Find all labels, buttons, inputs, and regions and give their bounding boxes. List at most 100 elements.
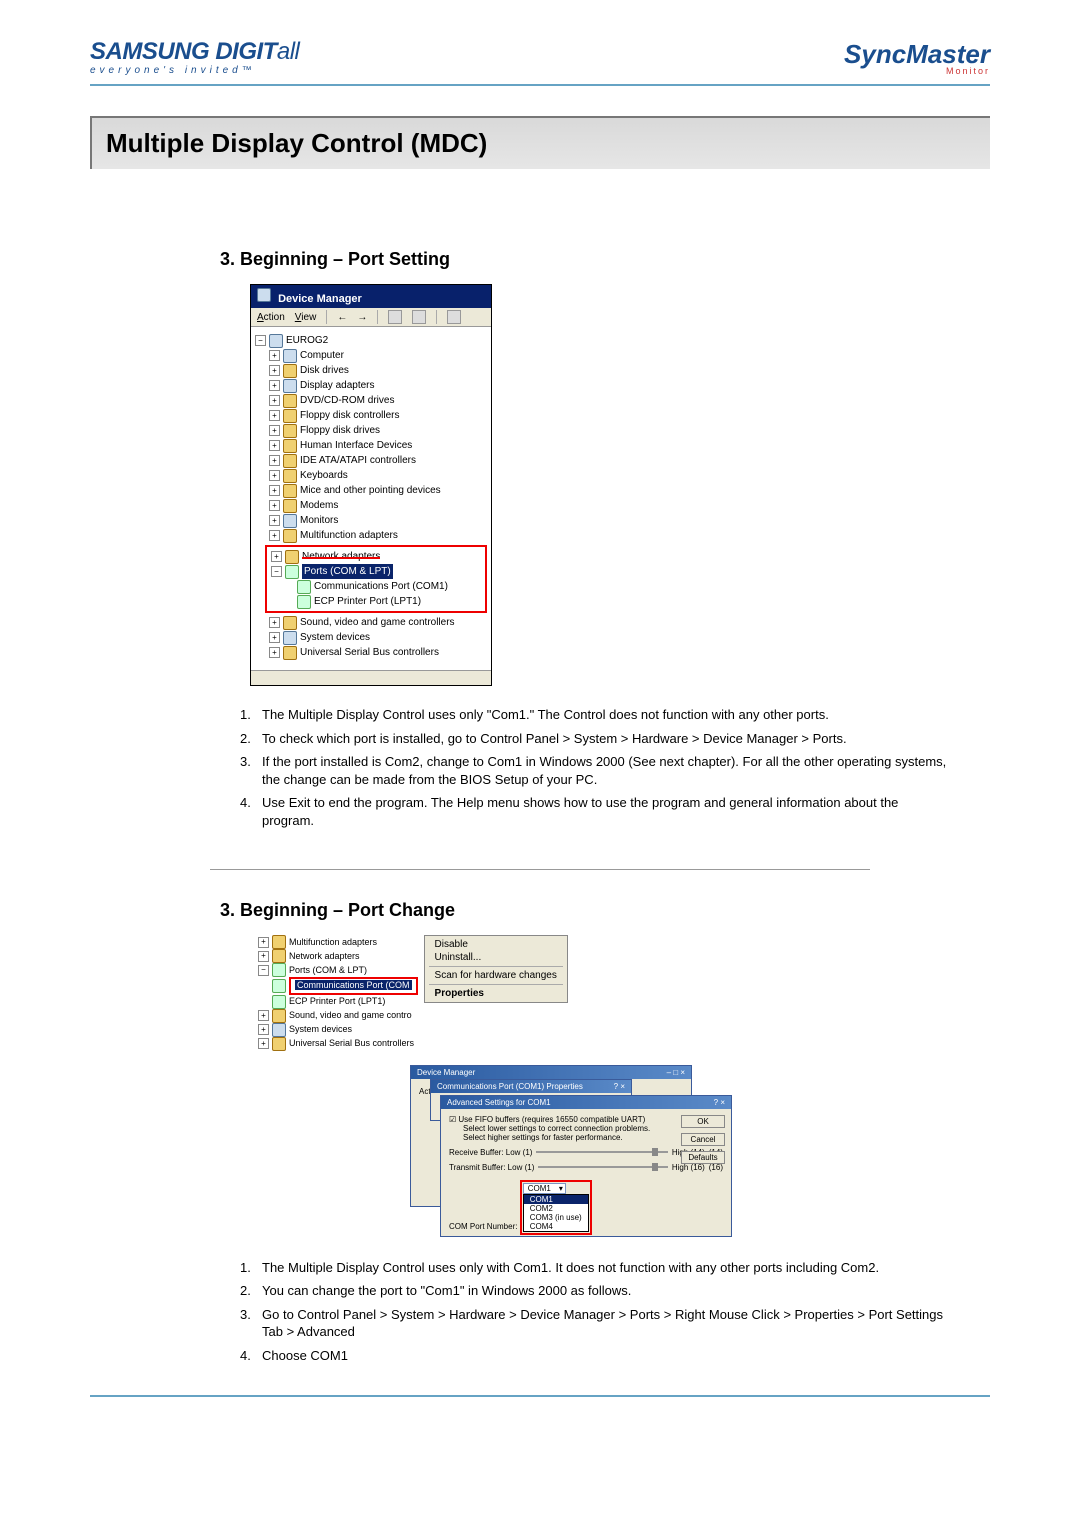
tree-node-dvd-cdrom[interactable]: + DVD/CD-ROM drives bbox=[269, 393, 487, 408]
expand-icon[interactable]: + bbox=[269, 440, 280, 451]
tree-node-ports[interactable]: − Ports (COM & LPT) bbox=[271, 564, 485, 579]
mini-sub-lpt1[interactable]: ECP Printer Port (LPT1) bbox=[272, 995, 418, 1009]
nav-forward-icon[interactable]: → bbox=[357, 312, 367, 323]
expand-icon[interactable]: + bbox=[269, 425, 280, 436]
window-controls-icon[interactable]: ? × bbox=[714, 1098, 725, 1107]
tree-node-display-adapters[interactable]: +Display adapters bbox=[269, 378, 487, 393]
tree-node-modems[interactable]: +Modems bbox=[269, 498, 487, 513]
ok-button[interactable]: OK bbox=[681, 1115, 725, 1128]
tree-node-floppy-ctrl[interactable]: +Floppy disk controllers bbox=[269, 408, 487, 423]
brand-suffix: all bbox=[277, 38, 300, 65]
checkbox-icon[interactable]: ☑ bbox=[449, 1115, 456, 1124]
combo-option[interactable]: COM4 bbox=[524, 1222, 588, 1231]
tree-node-floppy-drives[interactable]: +Floppy disk drives bbox=[269, 423, 487, 438]
tree-node-disk-drives[interactable]: +Disk drives bbox=[269, 363, 487, 378]
expand-icon[interactable]: + bbox=[258, 1010, 269, 1021]
list-item: If the port installed is Com2, change to… bbox=[240, 753, 950, 788]
expand-icon[interactable]: + bbox=[269, 455, 280, 466]
expand-icon[interactable]: + bbox=[269, 617, 280, 628]
ports-icon bbox=[272, 963, 286, 977]
expand-icon[interactable]: + bbox=[269, 350, 280, 361]
expand-icon[interactable]: + bbox=[269, 395, 280, 406]
tree-label: ECP Printer Port (LPT1) bbox=[289, 995, 385, 1009]
collapse-icon[interactable]: − bbox=[255, 335, 266, 346]
advanced-body: ☑ Use FIFO buffers (requires 16550 compa… bbox=[441, 1109, 731, 1231]
device-icon bbox=[272, 1023, 286, 1037]
tree-node-sound[interactable]: + Sound, video and game controllers bbox=[269, 615, 487, 630]
nav-back-icon[interactable]: ← bbox=[337, 312, 347, 323]
device-icon bbox=[272, 1037, 286, 1051]
tree-node-mice[interactable]: +Mice and other pointing devices bbox=[269, 483, 487, 498]
mini-sub-com1[interactable]: Communications Port (COM bbox=[272, 977, 418, 995]
collapse-icon[interactable]: − bbox=[271, 566, 282, 577]
combo-option[interactable]: COM3 (in use) bbox=[524, 1213, 588, 1222]
combo-option[interactable]: COM1 bbox=[524, 1195, 588, 1204]
tree-node-keyboards[interactable]: +Keyboards bbox=[269, 468, 487, 483]
tree-label: Sound, video and game controllers bbox=[300, 615, 455, 630]
ctx-scan[interactable]: Scan for hardware changes bbox=[425, 969, 567, 982]
expand-icon[interactable]: + bbox=[269, 500, 280, 511]
combo-option[interactable]: COM2 bbox=[524, 1204, 588, 1213]
mini-node[interactable]: +Multifunction adapters bbox=[258, 935, 418, 949]
collapse-icon[interactable]: − bbox=[258, 965, 269, 976]
expand-icon[interactable]: + bbox=[258, 1038, 269, 1049]
ctx-uninstall[interactable]: Uninstall... bbox=[425, 951, 567, 964]
expand-icon[interactable]: + bbox=[258, 951, 269, 962]
expand-icon[interactable]: + bbox=[269, 647, 280, 658]
tree-node-usb[interactable]: + Universal Serial Bus controllers bbox=[269, 645, 487, 660]
expand-icon[interactable]: + bbox=[269, 530, 280, 541]
ports-label-selected: Ports (COM & LPT) bbox=[302, 564, 393, 579]
expand-icon[interactable]: + bbox=[269, 380, 280, 391]
tree-label: Sound, video and game contro bbox=[289, 1009, 412, 1023]
tree-label: DVD/CD-ROM drives bbox=[300, 393, 394, 408]
tree-node-network[interactable]: + Network adapters bbox=[271, 549, 485, 564]
mini-node[interactable]: + System devices bbox=[258, 1023, 418, 1037]
tree-node-monitors[interactable]: +Monitors bbox=[269, 513, 487, 528]
expand-icon[interactable]: + bbox=[269, 365, 280, 376]
expand-icon[interactable]: + bbox=[269, 470, 280, 481]
expand-icon[interactable]: + bbox=[269, 485, 280, 496]
com-port-label: COM Port Number: bbox=[449, 1222, 517, 1231]
window-controls-icon[interactable]: – □ × bbox=[667, 1068, 685, 1077]
tree-node-ide[interactable]: +IDE ATA/ATAPI controllers bbox=[269, 453, 487, 468]
expand-icon[interactable]: + bbox=[269, 515, 280, 526]
ctx-disable[interactable]: Disable bbox=[425, 938, 567, 951]
com-port-combo[interactable]: COM1 bbox=[523, 1183, 566, 1194]
cancel-button[interactable]: Cancel bbox=[681, 1133, 725, 1146]
tree-label: Universal Serial Bus controllers bbox=[300, 645, 439, 660]
expand-icon[interactable]: + bbox=[271, 551, 282, 562]
toolbar-icon-3[interactable] bbox=[447, 310, 461, 324]
expand-icon[interactable]: + bbox=[258, 1024, 269, 1035]
expand-icon[interactable]: + bbox=[258, 937, 269, 948]
tree-label: System devices bbox=[289, 1023, 352, 1037]
com-port-combo-list[interactable]: COM1 COM2 COM3 (in use) COM4 bbox=[523, 1194, 589, 1232]
tree-node-hid[interactable]: +Human Interface Devices bbox=[269, 438, 487, 453]
expand-icon[interactable]: + bbox=[269, 632, 280, 643]
tree-node-multifunction[interactable]: +Multifunction adapters bbox=[269, 528, 487, 543]
tree-node-computer[interactable]: +Computer bbox=[269, 348, 487, 363]
tx-slider[interactable] bbox=[538, 1166, 668, 1168]
device-manager-window: Device Manager Action View ← → − EUROG2 bbox=[250, 284, 492, 686]
tree-root[interactable]: − EUROG2 bbox=[255, 333, 487, 348]
mini-node[interactable]: + Sound, video and game contro bbox=[258, 1009, 418, 1023]
mini-node-ports[interactable]: −Ports (COM & LPT) bbox=[258, 963, 418, 977]
tree-sub-com1[interactable]: Communications Port (COM1) bbox=[297, 579, 485, 594]
menu-action[interactable]: Action bbox=[257, 312, 285, 323]
window-controls-icon[interactable]: ? × bbox=[614, 1082, 625, 1091]
tree-node-system-devices[interactable]: +System devices bbox=[269, 630, 487, 645]
ctx-properties[interactable]: Properties bbox=[425, 987, 567, 1000]
ctx-divider bbox=[429, 984, 563, 985]
menu-view[interactable]: View bbox=[295, 312, 317, 323]
tree-sub-lpt1[interactable]: ECP Printer Port (LPT1) bbox=[297, 594, 485, 609]
com1-properties-title: Communications Port (COM1) Properties bbox=[437, 1082, 583, 1091]
product-name: SyncMaster bbox=[844, 39, 990, 69]
mini-node[interactable]: +Universal Serial Bus controllers bbox=[258, 1037, 418, 1051]
list-item: The Multiple Display Control uses only w… bbox=[240, 1259, 950, 1277]
mini-node[interactable]: +Network adapters bbox=[258, 949, 418, 963]
toolbar-icon-1[interactable] bbox=[388, 310, 402, 324]
rx-slider[interactable] bbox=[536, 1151, 667, 1153]
toolbar-icon-2[interactable] bbox=[412, 310, 426, 324]
expand-icon[interactable]: + bbox=[269, 410, 280, 421]
defaults-button[interactable]: Defaults bbox=[681, 1151, 725, 1164]
computer-root-icon bbox=[269, 334, 283, 348]
